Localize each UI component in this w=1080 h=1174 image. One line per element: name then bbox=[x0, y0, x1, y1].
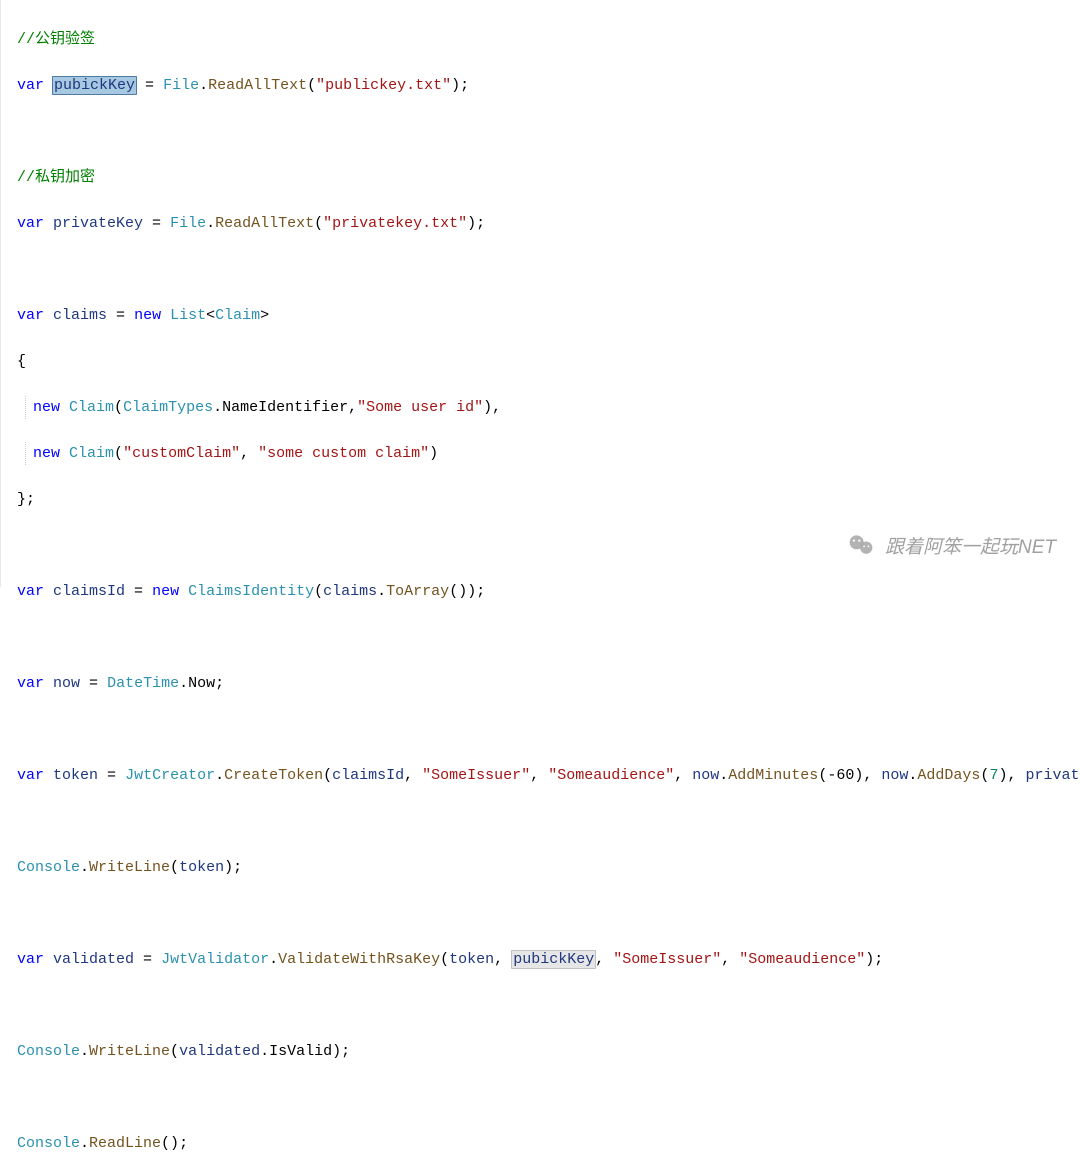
code-line[interactable]: var token = JwtCreator.CreateToken(claim… bbox=[17, 764, 1080, 787]
code-line[interactable]: //私钥加密 bbox=[17, 166, 1080, 189]
code-line[interactable]: var now = DateTime.Now; bbox=[17, 672, 1080, 695]
code-line[interactable] bbox=[17, 1086, 1080, 1109]
code-line[interactable] bbox=[17, 120, 1080, 143]
code-line[interactable]: new Claim("customClaim", "some custom cl… bbox=[17, 442, 1080, 465]
code-line[interactable]: var privateKey = File.ReadAllText("priva… bbox=[17, 212, 1080, 235]
code-line[interactable] bbox=[17, 994, 1080, 1017]
code-line[interactable]: var claimsId = new ClaimsIdentity(claims… bbox=[17, 580, 1080, 603]
code-line[interactable]: //公钥验签 bbox=[17, 28, 1080, 51]
code-line[interactable] bbox=[17, 534, 1080, 557]
code-editor[interactable]: //公钥验签 var pubickKey = File.ReadAllText(… bbox=[0, 0, 1080, 587]
comment: //公钥验签 bbox=[17, 31, 95, 48]
code-line[interactable]: new Claim(ClaimTypes.NameIdentifier,"Som… bbox=[17, 396, 1080, 419]
code-line[interactable]: var validated = JwtValidator.ValidateWit… bbox=[17, 948, 1080, 971]
code-line[interactable]: Console.WriteLine(token); bbox=[17, 856, 1080, 879]
code-line[interactable]: Console.ReadLine(); bbox=[17, 1132, 1080, 1155]
reference-highlight: pubickKey bbox=[511, 950, 596, 969]
code-line[interactable] bbox=[17, 258, 1080, 281]
code-area[interactable]: //公钥验签 var pubickKey = File.ReadAllText(… bbox=[1, 0, 1080, 587]
code-line[interactable]: var claims = new List<Claim> bbox=[17, 304, 1080, 327]
code-line[interactable] bbox=[17, 810, 1080, 833]
code-line[interactable]: { bbox=[17, 350, 1080, 373]
code-line[interactable] bbox=[17, 718, 1080, 741]
code-line[interactable] bbox=[17, 902, 1080, 925]
code-line[interactable] bbox=[17, 626, 1080, 649]
selected-identifier: pubickKey bbox=[52, 76, 137, 95]
comment: //私钥加密 bbox=[17, 169, 95, 186]
code-line[interactable]: }; bbox=[17, 488, 1080, 511]
code-line[interactable]: var pubickKey = File.ReadAllText("public… bbox=[17, 74, 1080, 97]
code-line[interactable]: Console.WriteLine(validated.IsValid); bbox=[17, 1040, 1080, 1063]
